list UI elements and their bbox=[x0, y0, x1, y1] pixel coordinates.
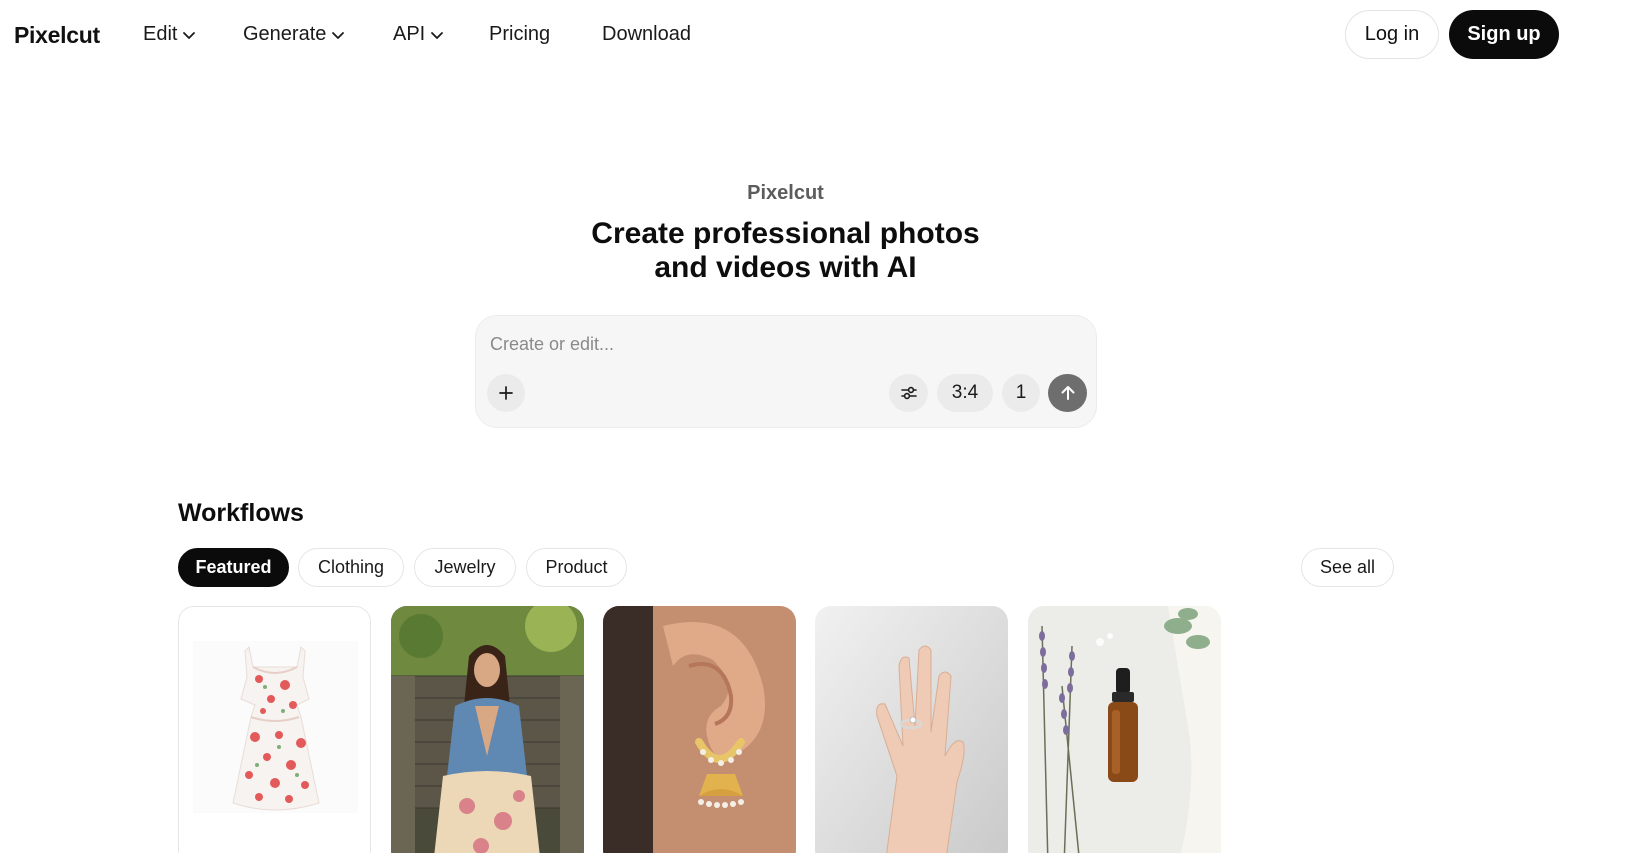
earring-image bbox=[603, 606, 796, 853]
hero-title: Create professional photos and videos wi… bbox=[0, 217, 1571, 285]
hero-title-line2: and videos with AI bbox=[654, 251, 917, 284]
arrow-up-icon bbox=[1061, 386, 1074, 400]
filter-jewelry[interactable]: Jewelry bbox=[414, 548, 516, 587]
nav-item-edit[interactable]: Edit bbox=[143, 23, 196, 46]
sliders-icon bbox=[900, 386, 917, 400]
add-attachment-button[interactable] bbox=[487, 374, 525, 412]
nav-item-label: API bbox=[393, 23, 426, 45]
prompt-box: 3:4 1 bbox=[475, 315, 1097, 428]
nav-item-api[interactable]: API bbox=[393, 23, 444, 46]
logo[interactable]: Pixelcut bbox=[14, 22, 100, 49]
nav-item-generate[interactable]: Generate bbox=[243, 23, 345, 46]
nav-item-label: Pricing bbox=[489, 23, 551, 45]
settings-button[interactable] bbox=[889, 374, 928, 412]
chevron-down-icon bbox=[332, 31, 345, 39]
dress-image bbox=[179, 607, 370, 853]
model-image bbox=[391, 606, 584, 853]
bottle-image bbox=[1028, 606, 1221, 853]
aspect-ratio-button[interactable]: 3:4 bbox=[937, 374, 993, 412]
workflow-card-ring[interactable] bbox=[815, 606, 1008, 853]
submit-button[interactable] bbox=[1048, 374, 1087, 412]
see-all-button[interactable]: See all bbox=[1301, 548, 1394, 587]
hero-title-line1: Create professional photos bbox=[591, 217, 980, 250]
nav-item-label: Download bbox=[602, 23, 691, 45]
nav-item-download[interactable]: Download bbox=[602, 23, 691, 46]
workflow-card-earring[interactable] bbox=[603, 606, 796, 853]
workflow-card-model[interactable] bbox=[391, 606, 584, 853]
prompt-input[interactable] bbox=[490, 330, 1080, 358]
workflow-card-bottle[interactable] bbox=[1028, 606, 1221, 853]
hero-kicker: Pixelcut bbox=[747, 182, 824, 204]
chevron-down-icon bbox=[431, 31, 444, 39]
filter-featured[interactable]: Featured bbox=[178, 548, 289, 587]
workflows-heading: Workflows bbox=[178, 499, 304, 527]
chevron-down-icon bbox=[183, 31, 196, 39]
top-nav: Pixelcut Edit Generate API Pricing Downl… bbox=[0, 0, 1625, 72]
filter-product[interactable]: Product bbox=[526, 548, 627, 587]
output-count-button[interactable]: 1 bbox=[1002, 374, 1040, 412]
workflow-card-dress[interactable] bbox=[178, 606, 371, 853]
nav-item-label: Edit bbox=[143, 23, 178, 45]
plus-icon bbox=[499, 386, 513, 400]
filter-clothing[interactable]: Clothing bbox=[298, 548, 404, 587]
signup-button[interactable]: Sign up bbox=[1449, 10, 1559, 59]
nav-item-pricing[interactable]: Pricing bbox=[489, 23, 550, 46]
login-button[interactable]: Log in bbox=[1345, 10, 1439, 59]
nav-item-label: Generate bbox=[243, 23, 327, 45]
ring-image bbox=[815, 606, 1008, 853]
